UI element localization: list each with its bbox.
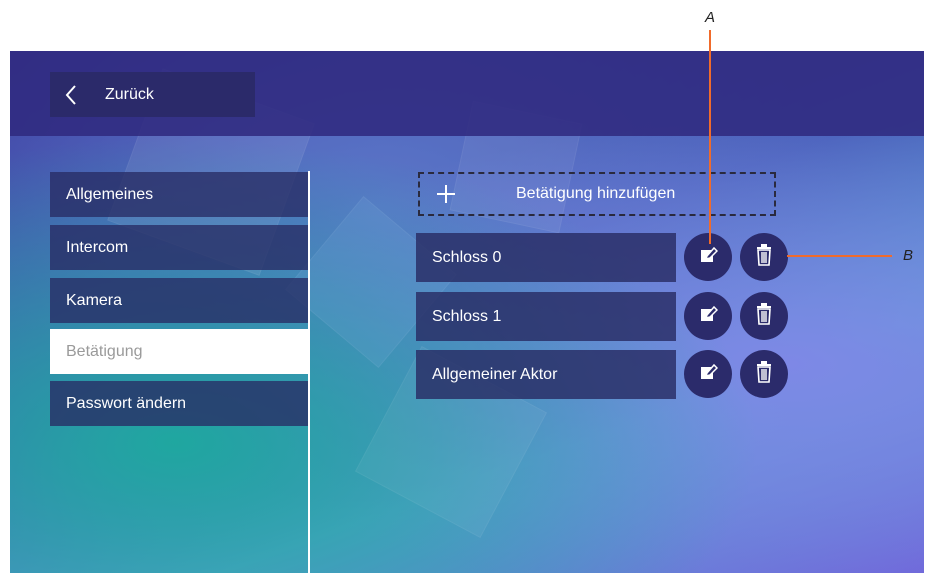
sidebar-item-label: Betätigung xyxy=(66,342,143,360)
actuator-label: Allgemeiner Aktor xyxy=(432,365,558,383)
sidebar-item-label: Kamera xyxy=(66,291,123,309)
sidebar-item-betaetigung[interactable]: Betätigung xyxy=(50,329,308,374)
add-actuator-button[interactable]: Betätigung hinzufügen xyxy=(418,172,776,216)
add-actuator-label: Betätigung hinzufügen xyxy=(516,185,676,202)
delete-button[interactable] xyxy=(740,350,788,398)
chevron-left-icon xyxy=(50,84,92,106)
edit-icon xyxy=(698,362,719,386)
sidebar-item-label: Allgemeines xyxy=(66,185,154,203)
actuator-item[interactable]: Schloss 0 xyxy=(416,233,676,282)
delete-button[interactable] xyxy=(740,292,788,340)
back-button[interactable]: Zurück xyxy=(50,72,255,117)
sidebar-divider xyxy=(308,171,310,573)
trash-icon xyxy=(755,244,773,270)
callout-label-b: B xyxy=(903,247,914,264)
back-button-label: Zurück xyxy=(105,85,154,103)
edit-icon xyxy=(698,245,719,269)
plus-icon xyxy=(420,184,472,204)
edit-icon xyxy=(698,304,719,328)
top-bar: Zurück xyxy=(10,51,924,136)
actuator-item[interactable]: Allgemeiner Aktor xyxy=(416,350,676,399)
sidebar-item-allgemeines[interactable]: Allgemeines xyxy=(50,172,308,217)
actuator-label: Schloss 1 xyxy=(432,307,502,325)
actuator-item[interactable]: Schloss 1 xyxy=(416,292,676,341)
actuator-label: Schloss 0 xyxy=(432,248,502,266)
edit-button[interactable] xyxy=(684,292,732,340)
edit-button[interactable] xyxy=(684,350,732,398)
sidebar-item-intercom[interactable]: Intercom xyxy=(50,225,308,270)
background-decoration xyxy=(285,196,457,368)
sidebar-item-passwort[interactable]: Passwort ändern xyxy=(50,381,308,426)
device-screen: Zurück Allgemeines Intercom Kamera Betät… xyxy=(10,51,924,573)
trash-icon xyxy=(755,303,773,329)
callout-line-a xyxy=(709,30,711,244)
delete-button[interactable] xyxy=(740,233,788,281)
callout-line-b xyxy=(787,255,892,257)
sidebar-item-label: Passwort ändern xyxy=(66,394,187,412)
callout-label-a: A xyxy=(705,9,716,26)
edit-button[interactable] xyxy=(684,233,732,281)
sidebar-item-label: Intercom xyxy=(66,238,129,256)
trash-icon xyxy=(755,361,773,387)
sidebar-item-kamera[interactable]: Kamera xyxy=(50,278,308,323)
